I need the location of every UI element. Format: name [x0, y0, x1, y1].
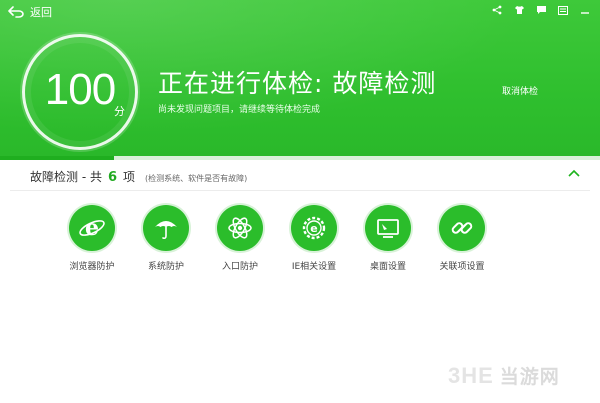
- item-label: 入口防护: [221, 262, 258, 272]
- chevron-up-icon[interactable]: [568, 166, 580, 180]
- count-suffix: 项: [123, 170, 136, 184]
- progress-bar: [0, 156, 600, 160]
- minimize-icon[interactable]: [578, 3, 592, 17]
- svg-text:e: e: [310, 222, 317, 235]
- item-label: IE相关设置: [291, 262, 337, 272]
- check-item-associations[interactable]: 关联项设置: [425, 205, 499, 272]
- ie-settings-icon: e: [291, 205, 337, 251]
- watermark-text: 当游网: [499, 366, 560, 388]
- back-label: 返回: [30, 6, 52, 19]
- cancel-checkup-button[interactable]: 取消体检: [502, 84, 538, 97]
- check-item-ie-settings[interactable]: e IE相关设置: [277, 205, 351, 272]
- section-header: 故障检测 - 共 6 项 (检测系统、软件是否有故障): [30, 168, 247, 185]
- menu-icon[interactable]: [556, 3, 570, 17]
- check-items-list: e 浏览器防护 系统防护 入口防护 e IE相关设置 桌面设置 关联项设置: [55, 205, 555, 285]
- back-button[interactable]: 返回: [8, 4, 52, 20]
- progress-fill: [0, 156, 114, 160]
- item-label: 桌面设置: [369, 262, 406, 272]
- check-item-desktop[interactable]: 桌面设置: [351, 205, 425, 272]
- item-label: 系统防护: [147, 262, 184, 272]
- item-count: 6: [107, 170, 118, 185]
- score-unit: 分: [114, 105, 125, 118]
- atom-icon: [217, 205, 263, 251]
- watermark: 3HE 当游网: [448, 362, 560, 389]
- check-item-entry[interactable]: 入口防护: [203, 205, 277, 272]
- shirt-icon[interactable]: [512, 3, 526, 17]
- status-subtitle: 尚未发现问题项目，请继续等待体检完成: [158, 105, 321, 115]
- watermark-logo: 3HE: [448, 362, 494, 388]
- ie-browser-icon: e: [69, 205, 115, 251]
- divider: [10, 190, 590, 191]
- page-title: 正在进行体检: 故障检测: [158, 69, 437, 98]
- header-banner: 返回 100 分 正在进行体检: 故障检测 尚未发现问题项目，请继续等待体检完成…: [0, 0, 600, 158]
- section-hint: (检测系统、软件是否有故障): [145, 174, 248, 183]
- svg-text:e: e: [85, 215, 99, 241]
- item-label: 关联项设置: [439, 262, 485, 272]
- desktop-icon: [365, 205, 411, 251]
- link-icon: [439, 205, 485, 251]
- back-arrow-icon: [8, 6, 24, 18]
- score-ring: 100 分: [22, 34, 138, 150]
- window-controls: [490, 3, 592, 17]
- share-icon[interactable]: [490, 3, 504, 17]
- check-item-browser[interactable]: e 浏览器防护: [55, 205, 129, 272]
- section-title: 故障检测 - 共: [30, 170, 102, 184]
- message-icon[interactable]: [534, 3, 548, 17]
- check-item-system[interactable]: 系统防护: [129, 205, 203, 272]
- item-label: 浏览器防护: [69, 262, 115, 272]
- umbrella-icon: [143, 205, 189, 251]
